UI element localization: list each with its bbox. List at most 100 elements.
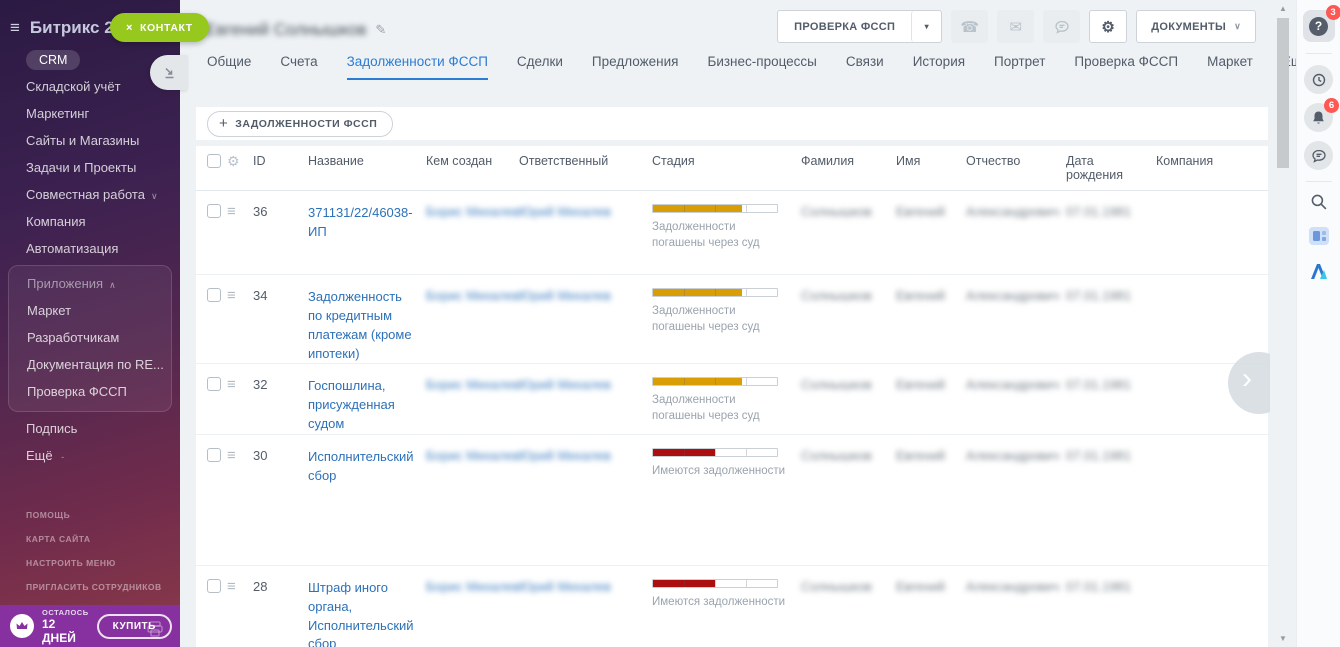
- column-header-название[interactable]: Название: [308, 146, 426, 190]
- phone-button[interactable]: ☎: [951, 10, 988, 43]
- row-responsible: Юрий Михалев: [519, 288, 611, 303]
- sidebar-item-сайты-и-магазины[interactable]: Сайты и Магазины: [0, 127, 180, 154]
- row-responsible: Юрий Михалев: [519, 204, 611, 219]
- column-header-кем-создан[interactable]: Кем создан: [426, 146, 519, 190]
- sidebar-item-подпись[interactable]: Подпись: [0, 415, 180, 442]
- row-name-link[interactable]: Исполнительский сбор: [308, 448, 414, 486]
- table-row: ≡34Задолженность по кредитным платежам (…: [196, 275, 1268, 364]
- notifications-bell-button[interactable]: 6: [1304, 103, 1333, 132]
- sidebar-item-совместная-работа[interactable]: Совместная работа∨: [0, 181, 180, 208]
- row-menu-icon[interactable]: ≡: [227, 287, 236, 304]
- search-button[interactable]: [1310, 193, 1328, 214]
- row-checkbox[interactable]: [207, 288, 221, 302]
- vertical-scrollbar[interactable]: ▲ ▼: [1275, 2, 1291, 645]
- row-checkbox[interactable]: [207, 377, 221, 391]
- sidebar-item-компания[interactable]: Компания: [0, 208, 180, 235]
- printer-icon[interactable]: [146, 621, 164, 641]
- tab-бизнес-процессы[interactable]: Бизнес-процессы: [707, 54, 816, 82]
- sidebar-item-маркет[interactable]: Маркет: [9, 297, 171, 324]
- row-name-link[interactable]: Штраф иного органа, Исполнительский сбор: [308, 579, 414, 647]
- column-header-ответственный[interactable]: Ответственный: [519, 146, 652, 190]
- select-all-checkbox[interactable]: [207, 154, 221, 168]
- column-header-имя[interactable]: Имя: [896, 146, 966, 190]
- sidebar-item-автоматизация[interactable]: Автоматизация: [0, 235, 180, 262]
- row-checkbox[interactable]: [207, 448, 221, 462]
- row-responsible: Юрий Михалев: [519, 377, 611, 392]
- column-header-отчество[interactable]: Отчество: [966, 146, 1066, 190]
- stage-progress-bar: [652, 204, 778, 213]
- sidebar-footer-links: ПОМОЩЬКАРТА САЙТАНАСТРОИТЬ МЕНЮПРИГЛАСИТ…: [0, 503, 180, 605]
- sidebar-item-разработчикам[interactable]: Разработчикам: [9, 324, 171, 351]
- footer-link-помощь[interactable]: ПОМОЩЬ: [26, 503, 180, 527]
- sidebar-item-маркетинг[interactable]: Маркетинг: [0, 100, 180, 127]
- row-menu-icon[interactable]: ≡: [227, 447, 236, 464]
- row-menu-icon[interactable]: ≡: [227, 376, 236, 393]
- table-row: ≡28Штраф иного органа, Исполнительский с…: [196, 566, 1268, 647]
- stage-label: Задолженности погашены через суд: [652, 392, 789, 424]
- fssp-check-button[interactable]: ПРОВЕРКА ФССП: [778, 11, 911, 42]
- help-icon: ?: [1309, 17, 1328, 36]
- row-name-link[interactable]: Госпошлина, присужденная судом: [308, 377, 414, 434]
- table-body: ≡36371131/22/46038-ИПБорис МихалевЮрий М…: [196, 191, 1268, 647]
- row-birthdate: 07.01.1981: [1066, 579, 1131, 594]
- tab-предложения[interactable]: Предложения: [592, 54, 679, 82]
- sidebar-item-проверка-фссп[interactable]: Проверка ФССП: [9, 378, 171, 405]
- column-header-id[interactable]: ID: [253, 146, 308, 190]
- tab-счета[interactable]: Счета: [280, 54, 317, 82]
- tab-проверка-фссп[interactable]: Проверка ФССП: [1074, 54, 1178, 82]
- chevron-icon: -: [59, 452, 65, 462]
- add-button-label: ЗАДОЛЖЕННОСТИ ФССП: [235, 118, 377, 130]
- sidebar: ≡ Битрикс 24 CRMСкладской учётМаркетингС…: [0, 0, 180, 647]
- app-shortcut-sites-icon[interactable]: [1306, 223, 1332, 249]
- stage-progress-bar: [652, 579, 778, 588]
- row-creator: Борис Михалев: [426, 288, 520, 303]
- row-company: [1156, 566, 1268, 647]
- footer-link-настроить-меню[interactable]: НАСТРОИТЬ МЕНЮ: [26, 551, 180, 575]
- scrollbar-thumb[interactable]: [1277, 18, 1289, 168]
- row-creator: Борис Михалев: [426, 579, 520, 594]
- scroll-down-arrow[interactable]: ▼: [1275, 634, 1291, 643]
- add-fssp-debt-button[interactable]: + ЗАДОЛЖЕННОСТИ ФССП: [207, 111, 393, 137]
- edit-title-icon[interactable]: ✎: [375, 22, 386, 38]
- sidebar-item-ещё[interactable]: Ещё -: [0, 442, 180, 469]
- tab-общие[interactable]: Общие: [207, 54, 251, 82]
- row-checkbox[interactable]: [207, 579, 221, 593]
- time-history-button[interactable]: [1304, 65, 1333, 94]
- tab-портрет[interactable]: Портрет: [994, 54, 1045, 82]
- help-button[interactable]: ? 3: [1303, 10, 1335, 42]
- sidebar-item-задачи-и-проекты[interactable]: Задачи и Проекты: [0, 154, 180, 181]
- contact-type-button[interactable]: × КОНТАКТ: [110, 13, 209, 42]
- row-name-link[interactable]: 371131/22/46038-ИП: [308, 204, 414, 242]
- scroll-up-arrow[interactable]: ▲: [1275, 4, 1291, 13]
- tab-история[interactable]: История: [913, 54, 965, 82]
- column-header-стадия[interactable]: Стадия: [652, 146, 801, 190]
- column-header-дата-рождения[interactable]: Дата рождения: [1066, 146, 1156, 190]
- tab-сделки[interactable]: Сделки: [517, 54, 563, 82]
- fssp-check-dropdown-button[interactable]: ▾: [911, 11, 941, 42]
- sidebar-item-документация-по-re[interactable]: Документация по RE...: [9, 351, 171, 378]
- column-header-фамилия[interactable]: Фамилия: [801, 146, 896, 190]
- tab-маркет[interactable]: Маркет: [1207, 54, 1253, 82]
- settings-gear-button[interactable]: ⚙: [1089, 10, 1127, 43]
- chevron-right-icon: ›: [1242, 362, 1252, 396]
- tab-задолженности-фссп[interactable]: Задолженности ФССП: [347, 54, 488, 82]
- row-menu-icon[interactable]: ≡: [227, 203, 236, 220]
- footer-link-пригласить-сотрудников[interactable]: ПРИГЛАСИТЬ СОТРУДНИКОВ: [26, 575, 180, 599]
- documents-button[interactable]: ДОКУМЕНТЫ ∨: [1136, 10, 1256, 43]
- column-header-компания[interactable]: Компания: [1156, 146, 1268, 190]
- sidebar-collapse-button[interactable]: [150, 55, 188, 90]
- messenger-button[interactable]: [1304, 141, 1333, 170]
- row-name-link[interactable]: Задолженность по кредитным платежам (кро…: [308, 288, 414, 363]
- expand-panel-chevron-button[interactable]: ›: [1228, 352, 1270, 414]
- sidebar-item-приложения[interactable]: Приложения∧: [9, 270, 171, 297]
- tab-связи[interactable]: Связи: [846, 54, 884, 82]
- footer-link-карта-сайта[interactable]: КАРТА САЙТА: [26, 527, 180, 551]
- row-menu-icon[interactable]: ≡: [227, 578, 236, 595]
- chat-button[interactable]: [1043, 10, 1080, 43]
- burger-menu-icon[interactable]: ≡: [10, 18, 20, 38]
- columns-settings-icon[interactable]: ⚙: [227, 153, 240, 169]
- row-checkbox[interactable]: [207, 204, 221, 218]
- chat-icon: [1054, 19, 1070, 35]
- email-button[interactable]: ✉: [997, 10, 1034, 43]
- app-shortcut-ai-icon[interactable]: [1306, 258, 1332, 284]
